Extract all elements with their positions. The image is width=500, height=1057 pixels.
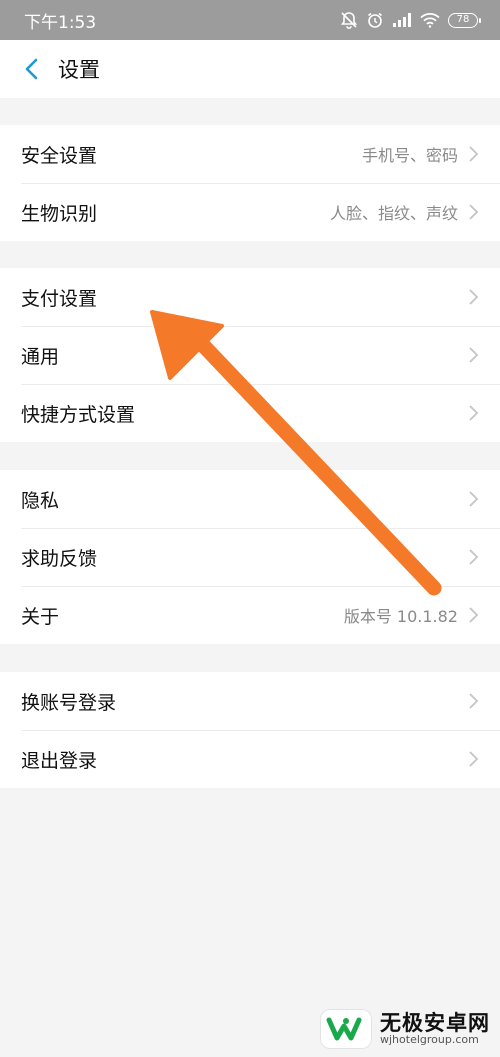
chevron-right-icon <box>469 405 479 421</box>
watermark: 无极安卓网 wjhotelgroup.com <box>320 1009 490 1049</box>
row-label: 通用 <box>21 345 60 368</box>
row-value: 人脸、指纹、声纹 <box>329 204 458 223</box>
settings-row-general[interactable]: 通用 <box>0 326 500 384</box>
signal-icon <box>392 12 412 28</box>
settings-row-security[interactable]: 安全设置 手机号、密码 <box>0 125 500 183</box>
settings-row-logout[interactable]: 退出登录 <box>0 730 500 788</box>
chevron-right-icon <box>469 146 479 162</box>
title-bar: 设置 <box>0 40 500 98</box>
mute-icon <box>340 11 358 29</box>
chevron-right-icon <box>469 751 479 767</box>
row-value: 手机号、密码 <box>361 146 458 165</box>
chevron-right-icon <box>469 693 479 709</box>
row-label: 支付设置 <box>21 287 98 310</box>
wifi-icon <box>420 12 440 28</box>
settings-row-switch-account[interactable]: 换账号登录 <box>0 672 500 730</box>
row-label: 隐私 <box>21 489 60 512</box>
status-bar: 下午1:53 78 <box>0 0 500 40</box>
row-value: 版本号 10.1.82 <box>343 607 458 626</box>
settings-row-biometrics[interactable]: 生物识别 人脸、指纹、声纹 <box>0 183 500 241</box>
settings-row-shortcuts[interactable]: 快捷方式设置 <box>0 384 500 442</box>
row-label: 关于 <box>21 605 60 628</box>
row-label: 退出登录 <box>21 749 98 772</box>
watermark-url: wjhotelgroup.com <box>380 1033 479 1047</box>
watermark-logo-icon <box>320 1009 372 1049</box>
back-button[interactable] <box>14 51 50 87</box>
chevron-right-icon <box>469 347 479 363</box>
row-label: 生物识别 <box>21 202 98 225</box>
chevron-right-icon <box>469 491 479 507</box>
watermark-name: 无极安卓网 <box>380 1011 490 1036</box>
chevron-right-icon <box>469 289 479 305</box>
settings-row-privacy[interactable]: 隐私 <box>0 470 500 528</box>
row-label: 快捷方式设置 <box>21 403 136 426</box>
chevron-right-icon <box>469 607 479 623</box>
settings-row-feedback[interactable]: 求助反馈 <box>0 528 500 586</box>
status-time: 下午1:53 <box>24 12 97 33</box>
settings-row-about[interactable]: 关于 版本号 10.1.82 <box>0 586 500 644</box>
alarm-icon <box>366 11 384 29</box>
row-label: 求助反馈 <box>21 547 98 570</box>
chevron-right-icon <box>469 204 479 220</box>
status-icons: 78 <box>340 11 481 29</box>
settings-group-3: 隐私 求助反馈 关于 版本号 10.1.82 <box>0 470 500 644</box>
settings-group-4: 换账号登录 退出登录 <box>0 672 500 788</box>
settings-group-2: 支付设置 通用 快捷方式设置 <box>0 268 500 442</box>
battery-icon: 78 <box>448 12 481 28</box>
chevron-left-icon <box>25 58 38 80</box>
row-label: 安全设置 <box>21 144 98 167</box>
settings-group-1: 安全设置 手机号、密码 生物识别 人脸、指纹、声纹 <box>0 125 500 241</box>
page-title: 设置 <box>58 58 100 82</box>
chevron-right-icon <box>469 549 479 565</box>
settings-row-payment[interactable]: 支付设置 <box>0 268 500 326</box>
row-label: 换账号登录 <box>21 691 117 714</box>
